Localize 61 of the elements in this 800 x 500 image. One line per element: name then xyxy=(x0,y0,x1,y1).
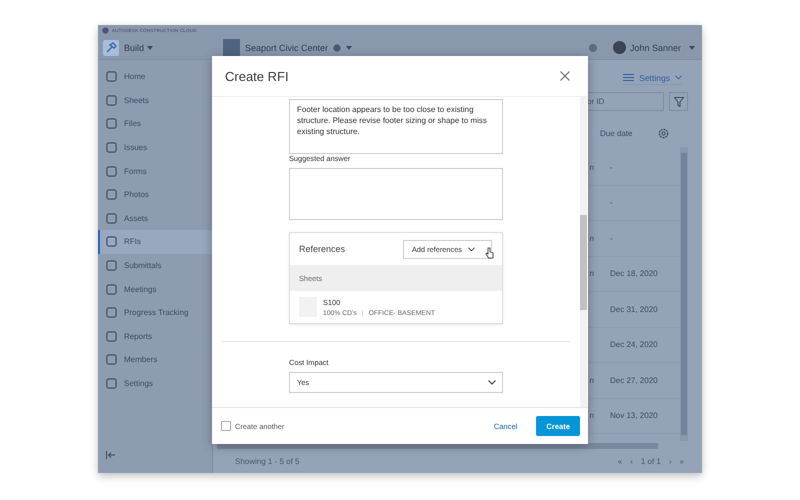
photo-placeholder xyxy=(223,38,240,56)
sidebar-item[interactable]: Reports xyxy=(98,324,212,348)
caret-icon[interactable] xyxy=(346,46,352,50)
sidebar-item[interactable]: Photos xyxy=(98,182,212,207)
table-cell: n xyxy=(590,411,594,420)
collapse-icon[interactable] xyxy=(106,451,116,459)
column-header[interactable]: Due date xyxy=(600,128,658,138)
sliders-icon xyxy=(623,73,634,82)
project-menu[interactable]: Seaport Civic Center xyxy=(245,42,328,52)
references-title: References xyxy=(299,244,346,254)
first-page-link[interactable]: « xyxy=(618,456,622,466)
caret-icon[interactable] xyxy=(689,46,695,50)
logo-icon xyxy=(102,27,109,34)
table-cell-text: Dec 24, 2020 xyxy=(610,340,659,350)
table-cell-text: - xyxy=(610,198,614,208)
table-cell: n xyxy=(590,162,594,172)
sidebar-item[interactable]: Meetings xyxy=(98,277,212,301)
user-menu[interactable]: John Sanner xyxy=(630,42,681,52)
result-count: Showing 1 - 5 of 5 xyxy=(235,456,300,466)
sidebar-item[interactable]: Settings xyxy=(98,372,212,396)
page-indicator: 1 of 1 xyxy=(640,456,661,466)
scrollbar[interactable] xyxy=(680,147,688,441)
filter-button[interactable] xyxy=(669,92,688,111)
sidebar-item[interactable]: Submittals xyxy=(98,254,212,278)
filter-icon xyxy=(674,96,684,106)
module-menu[interactable]: Build xyxy=(124,42,144,52)
close-icon[interactable] xyxy=(560,71,570,81)
hammer-icon[interactable] xyxy=(103,40,119,56)
table-cell: n xyxy=(590,376,594,385)
sidebar-item[interactable]: RFIs xyxy=(98,230,212,254)
hand-cursor-icon xyxy=(485,247,494,259)
table-cell-text: Dec 27, 2020 xyxy=(610,376,659,385)
table-cell: n xyxy=(590,269,594,278)
table-cell-text: - xyxy=(610,162,614,172)
sidebar-item[interactable]: Assets xyxy=(98,206,212,230)
chevron-icon xyxy=(468,246,475,252)
next-page-link[interactable]: › xyxy=(668,456,672,466)
answer-field[interactable] xyxy=(289,168,503,220)
caret-icon[interactable] xyxy=(147,46,154,50)
table-cell: n xyxy=(590,234,594,243)
chevron-icon xyxy=(675,75,682,80)
avatar[interactable] xyxy=(612,41,626,54)
table-cell-text: Nov 13, 2020 xyxy=(610,411,659,420)
table-cell-text: Dec 31, 2020 xyxy=(610,304,659,314)
dialog-title: Create RFI xyxy=(225,68,289,84)
sidebar-item[interactable]: Files xyxy=(98,112,212,136)
table-cell-text: Dec 18, 2020 xyxy=(610,269,659,278)
last-page-link[interactable]: » xyxy=(680,456,684,466)
chevron-icon xyxy=(488,380,496,385)
sidebar-item[interactable]: Members xyxy=(98,348,212,372)
previous-page-link[interactable]: ‹ xyxy=(630,456,633,466)
sidebar-item[interactable]: Issues xyxy=(98,136,212,160)
sidebar-item[interactable]: Sheets xyxy=(98,88,212,112)
sidebar-item[interactable]: Progress Tracking xyxy=(98,300,212,325)
sidebar-item[interactable]: Forms xyxy=(98,159,212,183)
checkbox[interactable] xyxy=(221,421,231,431)
settings-button[interactable]: Settings xyxy=(623,71,682,85)
sidebar-item[interactable]: Home xyxy=(98,65,212,89)
table-cell-text: - xyxy=(610,234,614,243)
description-field[interactable]: Footer location appears to be too close to existing structure. Please revise footer sizing or shape to miss existing structure. xyxy=(289,99,503,154)
scrollbar[interactable] xyxy=(580,97,587,407)
